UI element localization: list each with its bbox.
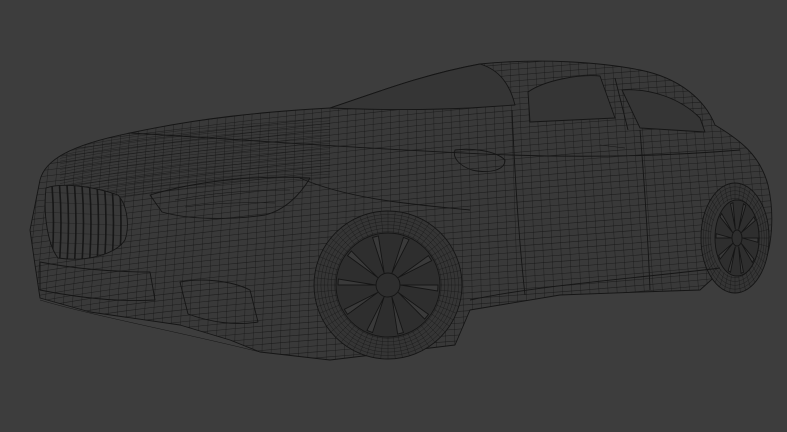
front-wheel — [313, 210, 463, 360]
wireframe-car-model — [29, 60, 773, 361]
windshield-outline — [329, 63, 516, 110]
grille-outline — [44, 184, 128, 260]
3d-viewport[interactable] — [0, 0, 787, 432]
rear-wheel — [700, 182, 770, 294]
